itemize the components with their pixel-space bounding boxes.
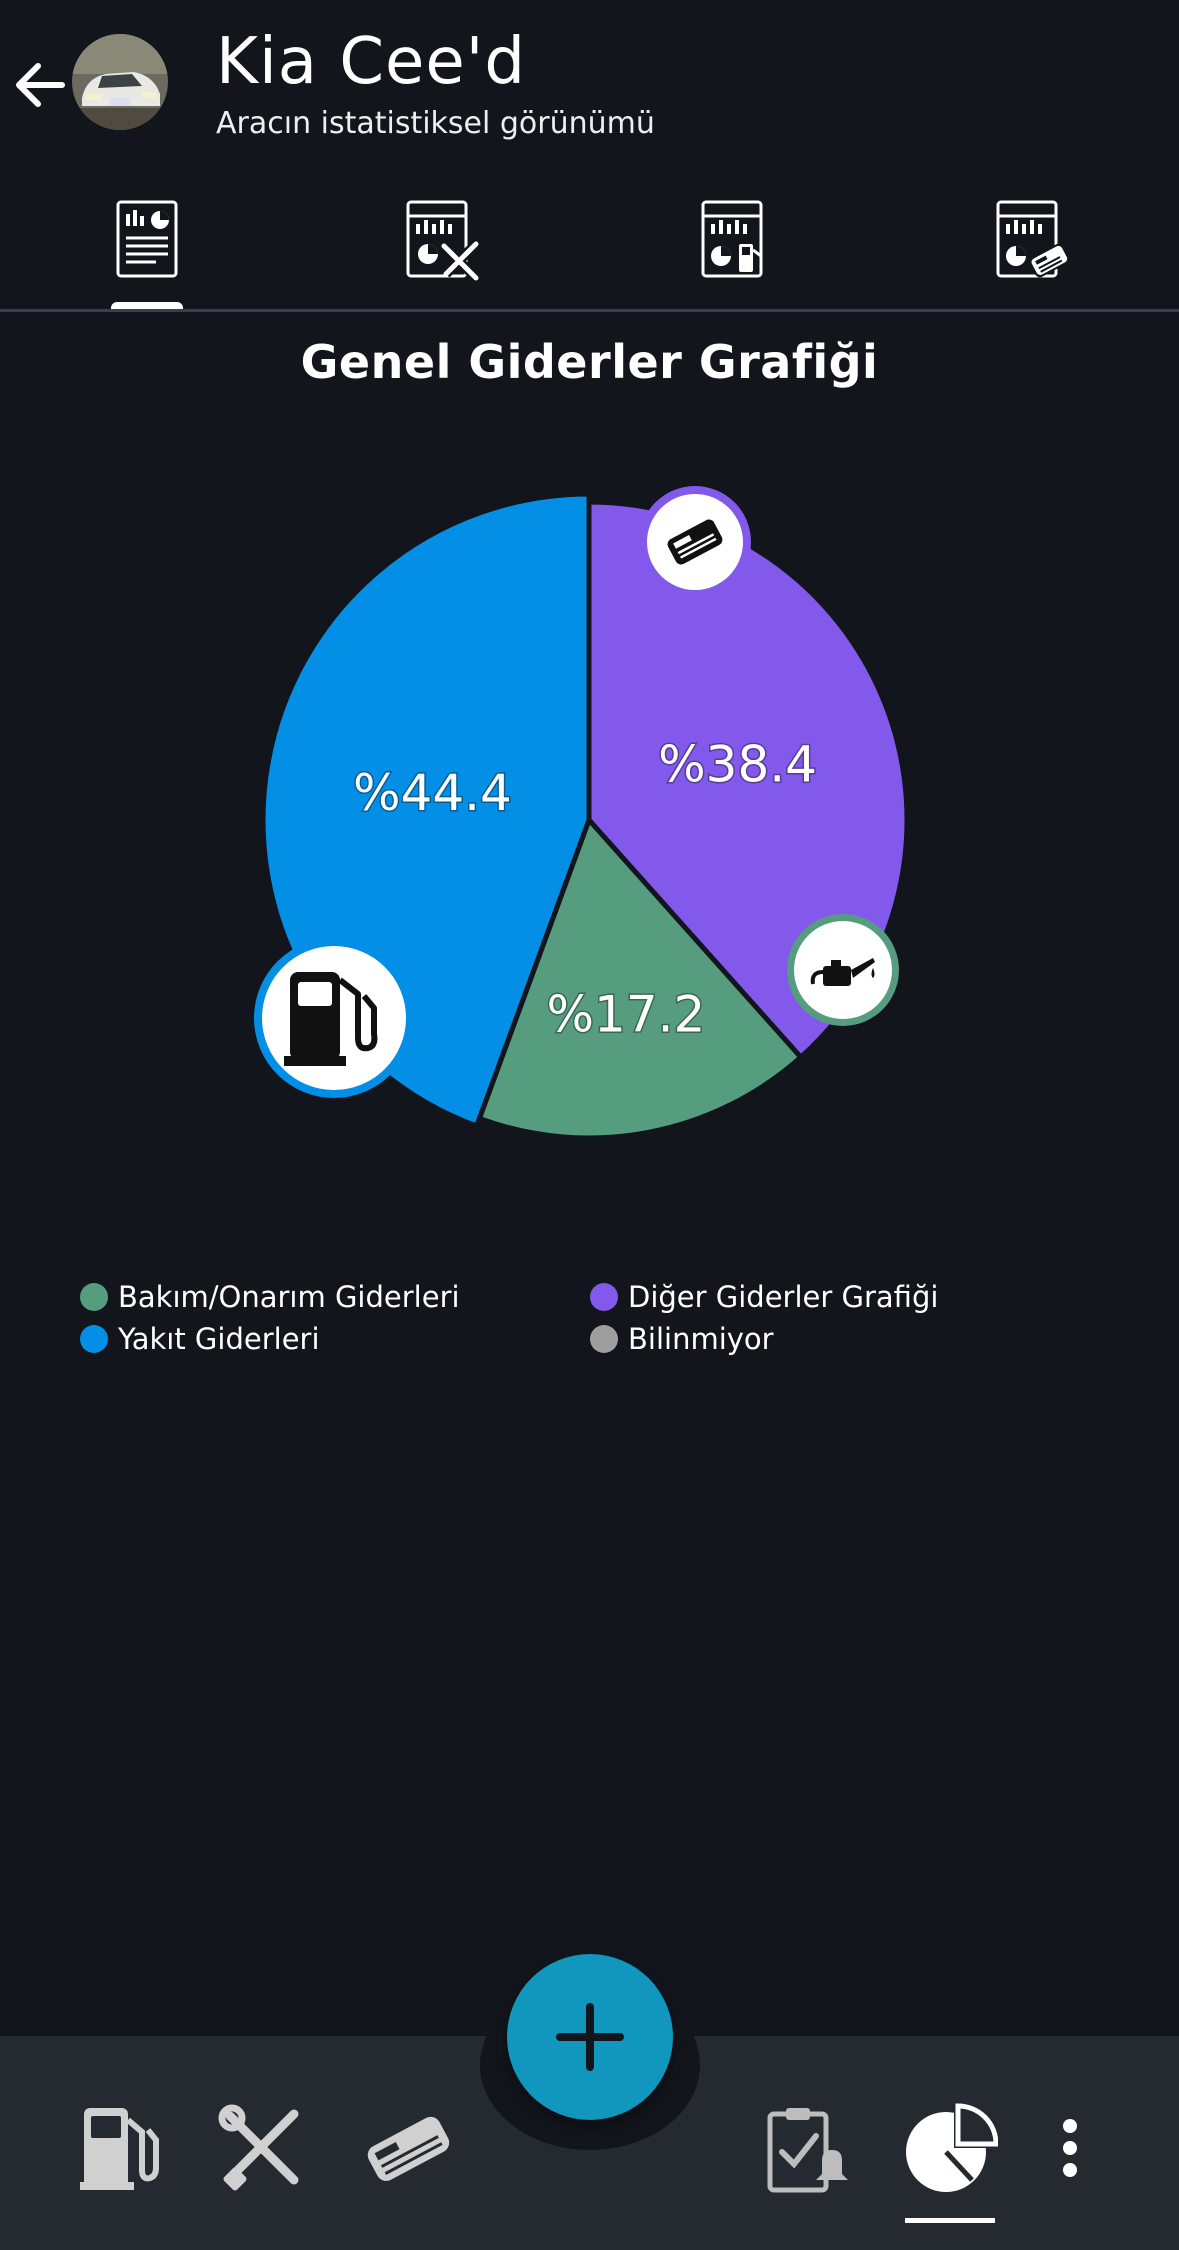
- nav-more-menu[interactable]: [1022, 2100, 1118, 2196]
- fuel-pump-badge: [254, 938, 414, 1098]
- legend-label: Bakım/Onarım Giderleri: [118, 1280, 460, 1314]
- stats-tab-bar: [0, 170, 1179, 310]
- maintenance-chart-icon: [406, 200, 480, 282]
- legend-item-unknown[interactable]: Bilinmiyor: [590, 1322, 774, 1356]
- active-nav-indicator: [905, 2218, 995, 2223]
- legend-dot: [80, 1325, 108, 1353]
- legend-item-other[interactable]: Diğer Giderler Grafiği: [590, 1280, 938, 1314]
- arrow-left-icon: [16, 63, 65, 107]
- card-reader-badge: [639, 486, 751, 598]
- pie-slice-label: %38.4: [658, 735, 817, 793]
- page-subtitle: Aracın istatistiksel görünümü: [216, 106, 655, 141]
- legend-item-fuel[interactable]: Yakıt Giderleri: [80, 1322, 320, 1356]
- vehicle-avatar[interactable]: [72, 34, 168, 130]
- nav-other-expenses[interactable]: [360, 2100, 456, 2196]
- general-report-icon: [116, 200, 178, 278]
- nav-maintenance[interactable]: [214, 2100, 310, 2196]
- tabs-divider: [0, 309, 1179, 312]
- chart-legend: Bakım/Onarım Giderleri Diğer Giderler Gr…: [0, 1280, 1179, 1380]
- nav-reminders[interactable]: [760, 2100, 856, 2196]
- page-title: Kia Cee'd: [216, 25, 526, 99]
- oil-can-badge: [787, 914, 899, 1026]
- legend-dot: [590, 1283, 618, 1311]
- legend-item-maintenance[interactable]: Bakım/Onarım Giderleri: [80, 1280, 460, 1314]
- plus-icon: [556, 2003, 624, 2071]
- chart-title: Genel Giderler Grafiği: [300, 335, 879, 389]
- tools-icon: [218, 2104, 299, 2191]
- legend-dot: [590, 1325, 618, 1353]
- nav-fuel[interactable]: [72, 2100, 168, 2196]
- reminder-clipboard-icon: [767, 2108, 848, 2193]
- app-header: Kia Cee'd Aracın istatistiksel görünümü: [0, 0, 1179, 160]
- fuel-chart-icon: [701, 200, 763, 278]
- tab-maintenance-chart[interactable]: [396, 194, 486, 284]
- tab-general-report[interactable]: [102, 194, 192, 284]
- other-expenses-chart-icon: [996, 200, 1070, 278]
- more-vertical-icon: [1063, 2119, 1077, 2177]
- legend-label: Yakıt Giderleri: [118, 1322, 320, 1356]
- pie-slice-label: %44.4: [353, 764, 512, 822]
- nav-statistics[interactable]: [902, 2100, 999, 2196]
- add-button[interactable]: [507, 1954, 673, 2120]
- tab-fuel-chart[interactable]: [691, 194, 781, 284]
- card-reader-icon: [367, 2116, 450, 2181]
- legend-label: Diğer Giderler Grafiği: [628, 1280, 939, 1314]
- fuel-pump-icon: [80, 2108, 159, 2190]
- car-photo-icon: [72, 34, 168, 130]
- legend-dot: [80, 1283, 108, 1311]
- legend-label: Bilinmiyor: [628, 1322, 774, 1356]
- pie-slice-label: %17.2: [547, 986, 706, 1044]
- tab-other-expenses-chart[interactable]: [986, 194, 1076, 284]
- pie-chart-icon: [906, 2103, 999, 2192]
- back-button[interactable]: [10, 50, 70, 120]
- expenses-pie-chart: %38.4 %17.2 %44.4: [254, 486, 910, 1141]
